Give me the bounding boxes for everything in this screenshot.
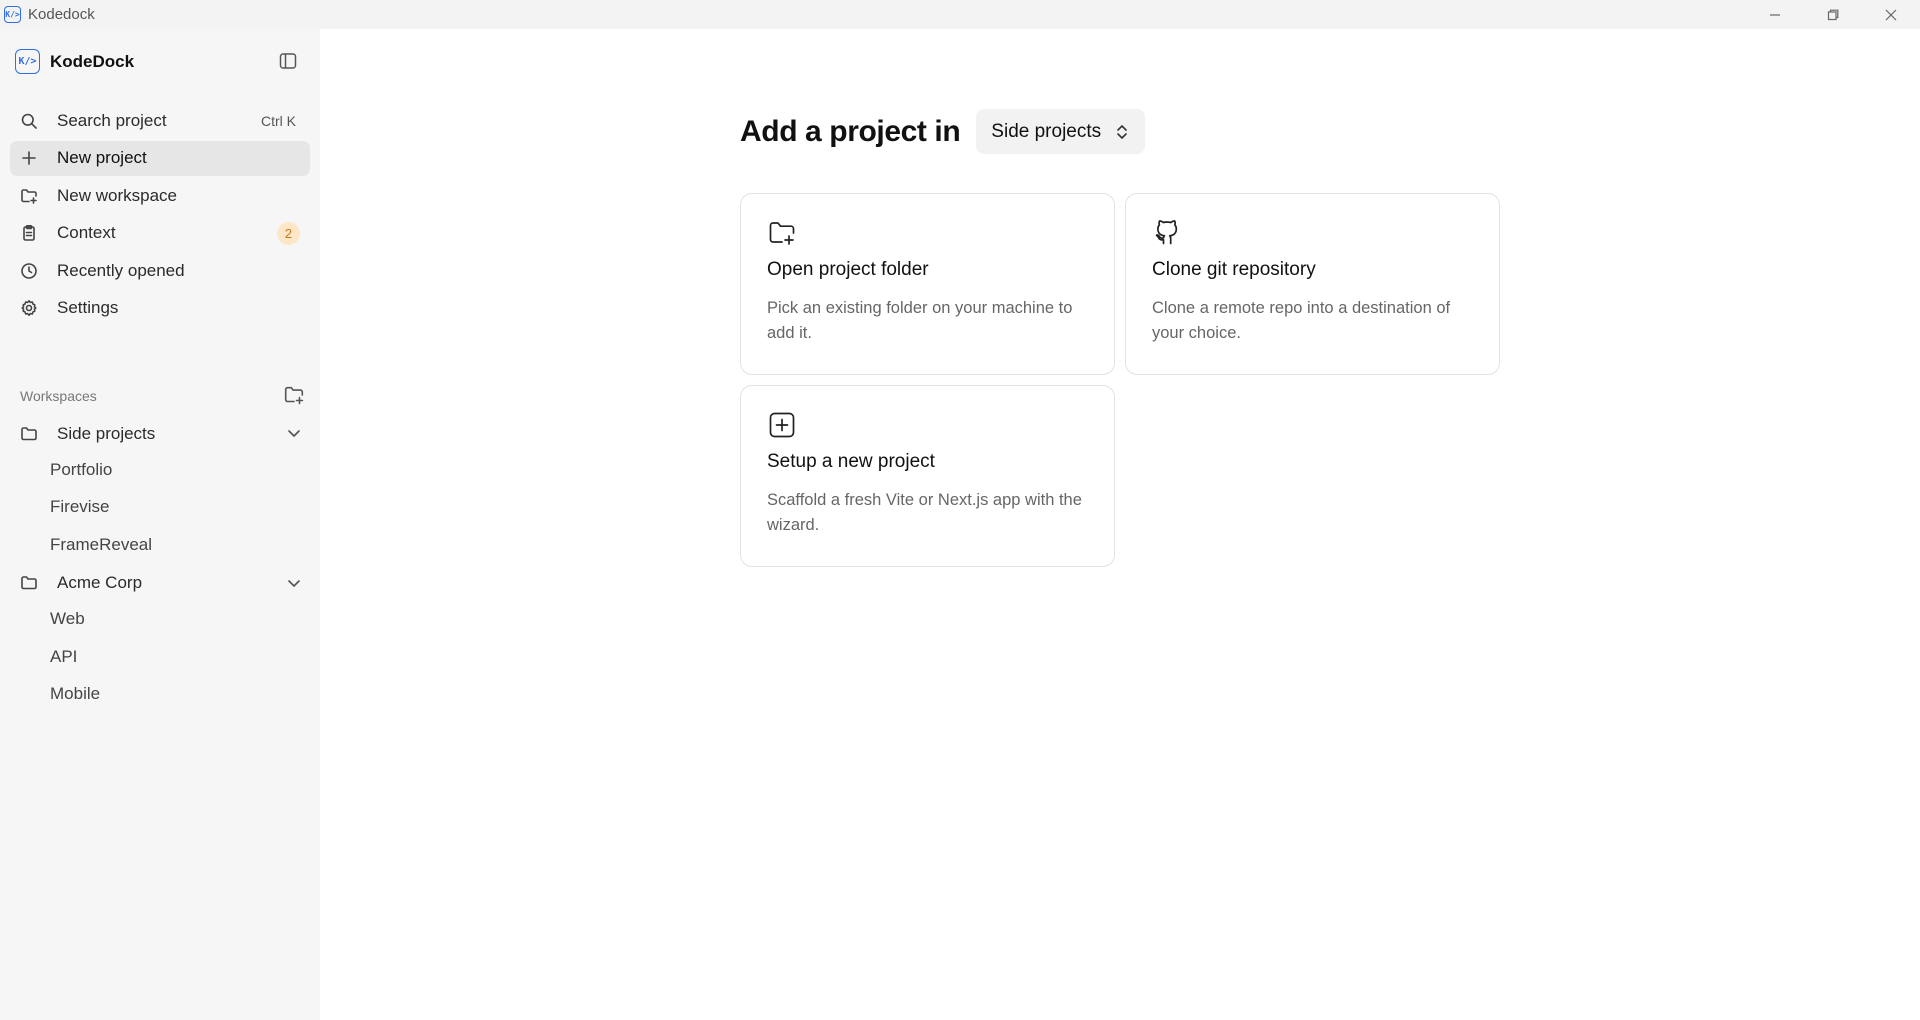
folder-icon	[20, 425, 38, 443]
sidebar-item-search-project[interactable]: Search project Ctrl K	[10, 103, 310, 138]
clock-icon	[20, 262, 38, 280]
workspace-name: Acme Corp	[57, 573, 143, 592]
kodedock-logo-icon: K/>	[15, 49, 40, 74]
minimize-icon	[1770, 13, 1780, 16]
sidebar-item-label: New workspace	[57, 185, 177, 205]
workspace-acme-corp[interactable]: Acme Corp	[10, 566, 310, 601]
open-project-folder-card[interactable]: Open project folder Pick an existing fol…	[740, 193, 1115, 375]
heading-row: Add a project in Side projects	[740, 109, 1146, 154]
clipboard-icon	[20, 224, 38, 242]
sidebar-panel-icon	[279, 53, 297, 69]
brand-name: KodeDock	[50, 51, 135, 71]
page-title: Add a project in	[740, 114, 961, 148]
sidebar-item-new-workspace[interactable]: New workspace	[10, 178, 310, 213]
main-content: Add a project in Side projects Open proj…	[320, 29, 1920, 1020]
title-bar: K/> Kodedock	[0, 0, 1920, 29]
workspace-side-projects[interactable]: Side projects	[10, 416, 310, 451]
sidebar-item-recently-opened[interactable]: Recently opened	[10, 253, 310, 288]
restore-button[interactable]	[1804, 0, 1862, 29]
sidebar-item-label: New project	[57, 148, 147, 167]
project-item-framereveal[interactable]: FrameReveal	[10, 526, 310, 564]
project-item-api[interactable]: API	[10, 638, 310, 676]
workspace-tree: Side projects Portfolio Firevise FrameRe…	[10, 416, 310, 713]
context-count-badge: 2	[277, 221, 300, 245]
clone-git-repository-card[interactable]: Clone git repository Clone a remote repo…	[1125, 193, 1500, 375]
card-title: Clone git repository	[1152, 259, 1316, 280]
minimize-button[interactable]	[1746, 0, 1804, 29]
plus-icon	[20, 149, 38, 167]
project-item-firevise[interactable]: Firevise	[10, 489, 310, 527]
card-description: Scaffold a fresh Vite or Next.js app wit…	[767, 491, 1082, 534]
sidebar-item-new-project[interactable]: New project	[10, 140, 310, 176]
workspace-name: Side projects	[57, 423, 156, 443]
sidebar-item-label: Recently opened	[57, 260, 185, 280]
project-item-web[interactable]: Web	[10, 601, 310, 639]
setup-new-project-card[interactable]: Setup a new project Scaffold a fresh Vit…	[740, 385, 1115, 567]
restore-icon	[1827, 9, 1839, 20]
workspace-select-value: Side projects	[991, 120, 1102, 142]
sidebar-nav: Search project Ctrl K New project New wo…	[10, 103, 310, 328]
sidebar-item-label: Context	[57, 223, 116, 242]
folder-icon	[20, 574, 38, 592]
chevron-up-down-icon	[1115, 123, 1129, 141]
window-title: Kodedock	[28, 6, 95, 23]
close-icon	[1885, 9, 1897, 20]
card-title: Open project folder	[767, 259, 929, 280]
workspace-select[interactable]: Side projects	[976, 109, 1146, 154]
close-button[interactable]	[1862, 0, 1920, 29]
sidebar: K/> KodeDock Search project Ctrl K New p…	[0, 29, 320, 1020]
plus-square-icon	[767, 410, 797, 440]
folder-plus-icon	[767, 218, 797, 248]
sidebar-item-settings[interactable]: Settings	[10, 291, 310, 326]
shortcut-hint: Ctrl K	[261, 112, 296, 129]
gear-icon	[20, 299, 38, 317]
workspaces-label: Workspaces	[20, 388, 97, 404]
workspaces-header: Workspaces	[20, 386, 305, 406]
github-icon	[1152, 218, 1182, 248]
sidebar-item-label: Settings	[57, 298, 119, 317]
card-description: Clone a remote repo into a destination o…	[1152, 299, 1451, 342]
brand[interactable]: K/> KodeDock	[15, 49, 134, 74]
app-logo-icon: K/>	[4, 6, 21, 23]
sidebar-toggle-button[interactable]	[278, 51, 298, 71]
chevron-down-icon[interactable]	[286, 575, 302, 596]
folder-plus-icon	[20, 187, 38, 205]
chevron-down-icon[interactable]	[286, 425, 302, 446]
card-title: Setup a new project	[767, 451, 935, 472]
sidebar-item-label: Search project	[57, 110, 167, 130]
card-description: Pick an existing folder on your machine …	[767, 299, 1073, 342]
project-item-mobile[interactable]: Mobile	[10, 676, 310, 714]
add-workspace-button[interactable]	[283, 384, 305, 406]
sidebar-item-context[interactable]: Context 2	[10, 216, 310, 251]
folder-plus-icon	[284, 386, 304, 405]
project-item-portfolio[interactable]: Portfolio	[10, 451, 310, 489]
window-controls	[1746, 0, 1920, 29]
search-icon	[20, 112, 38, 130]
